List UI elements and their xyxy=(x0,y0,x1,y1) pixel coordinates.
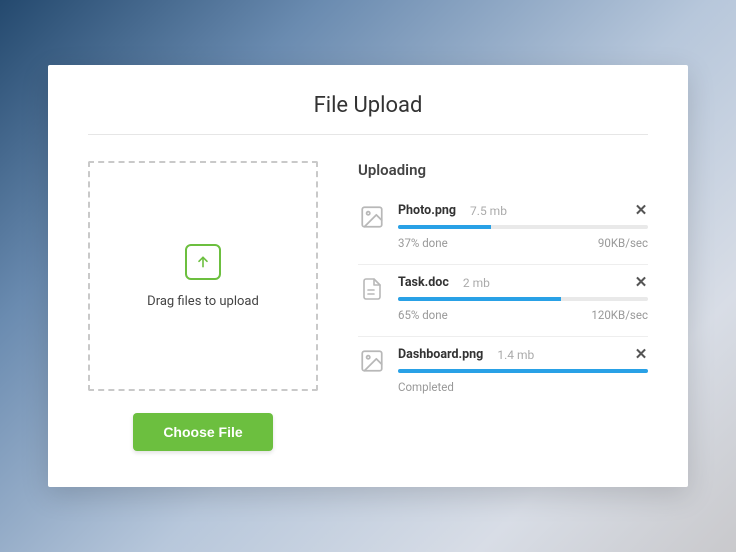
file-name: Photo.png xyxy=(398,203,456,218)
image-icon xyxy=(358,347,386,375)
file-size: 7.5 mb xyxy=(470,204,507,218)
upload-item: Task.doc 2 mb ✕ 65% done 120KB/sec xyxy=(358,265,648,337)
progress-fill xyxy=(398,369,648,373)
upload-card: File Upload Drag files to upload Choose … xyxy=(48,65,688,487)
uploads-heading: Uploading xyxy=(358,161,648,179)
dropzone-label: Drag files to upload xyxy=(147,294,259,309)
document-icon xyxy=(358,275,386,303)
progress-bar xyxy=(398,297,648,301)
upload-icon xyxy=(185,244,221,280)
close-icon[interactable]: ✕ xyxy=(634,276,648,290)
progress-fill xyxy=(398,225,491,229)
page-title: File Upload xyxy=(88,93,648,134)
progress-fill xyxy=(398,297,561,301)
upload-item: Photo.png 7.5 mb ✕ 37% done 90KB/sec xyxy=(358,193,648,265)
progress-status: 37% done xyxy=(398,236,448,250)
upload-rate: 120KB/sec xyxy=(591,308,648,322)
progress-status: Completed xyxy=(398,380,454,394)
image-icon xyxy=(358,203,386,231)
divider xyxy=(88,134,648,135)
progress-bar xyxy=(398,225,648,229)
file-size: 2 mb xyxy=(463,276,490,290)
file-name: Dashboard.png xyxy=(398,347,483,362)
upload-item: Dashboard.png 1.4 mb ✕ Completed xyxy=(358,337,648,408)
progress-bar xyxy=(398,369,648,373)
file-name: Task.doc xyxy=(398,275,449,290)
upload-rate: 90KB/sec xyxy=(598,236,648,250)
close-icon[interactable]: ✕ xyxy=(634,204,648,218)
dropzone[interactable]: Drag files to upload xyxy=(88,161,318,391)
progress-status: 65% done xyxy=(398,308,448,322)
close-icon[interactable]: ✕ xyxy=(634,348,648,362)
file-size: 1.4 mb xyxy=(497,348,534,362)
choose-file-button[interactable]: Choose File xyxy=(133,413,273,451)
